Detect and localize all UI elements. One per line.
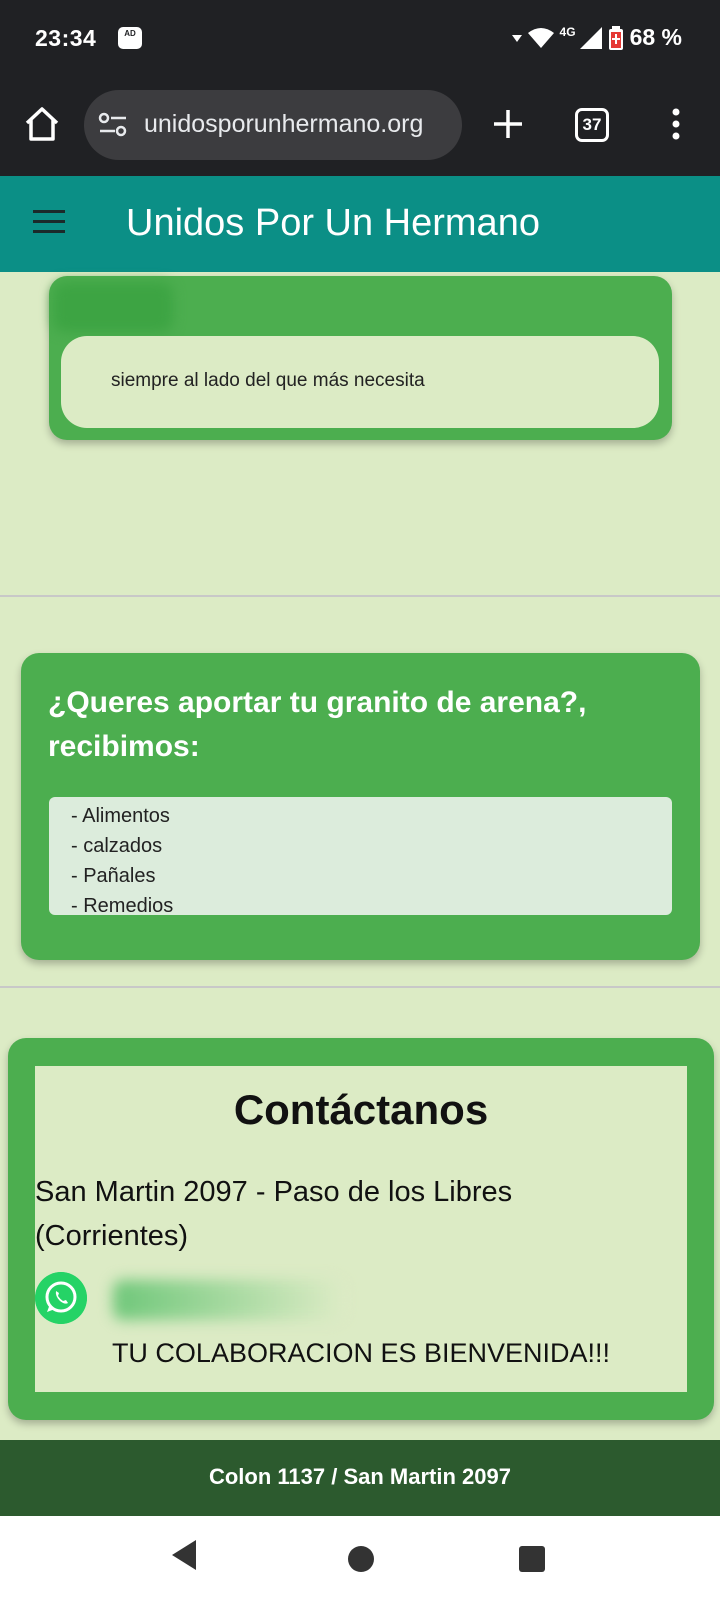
contact-title: Contáctanos — [233, 1086, 489, 1133]
system-nav-bar — [0, 1516, 720, 1600]
welcome-text: TU COLABORACION ES BIENVENIDA!!! — [111, 1338, 611, 1368]
slogan-text: siempre al lado del que más necesita — [111, 370, 425, 391]
url-text[interactable]: unidosporunhermano.org — [144, 110, 423, 139]
donations-list: - Alimentos - calzados - Pañales - Remed… — [49, 797, 672, 917]
section-divider — [0, 986, 720, 988]
contact-address: San Martin 2097 - Paso de los Libres (Co… — [35, 1176, 513, 1252]
blurred-logo — [53, 282, 173, 332]
slogan-box: siempre al lado del que más necesita — [61, 336, 659, 428]
status-time: 23:34 — [35, 25, 97, 51]
site-settings-icon[interactable] — [98, 112, 128, 138]
plus-icon[interactable] — [488, 104, 528, 144]
contact-card: Contáctanos San Martin 2097 - Paso de lo… — [8, 1038, 714, 1420]
adblock-icon: AD — [118, 27, 142, 49]
site-footer: Colon 1137 / San Martin 2097 — [0, 1440, 720, 1516]
network-type: 4G — [559, 24, 576, 39]
whatsapp-icon[interactable] — [35, 1272, 87, 1324]
hamburger-menu-icon[interactable] — [33, 210, 65, 236]
contact-panel: Contáctanos San Martin 2097 - Paso de lo… — [35, 1066, 687, 1392]
wifi-icon — [527, 27, 554, 48]
list-item: - Remedios — [71, 895, 174, 917]
donations-title: ¿Queres aportar tu granito de arena?, re… — [48, 686, 587, 763]
donations-card: ¿Queres aportar tu granito de arena?, re… — [21, 653, 700, 960]
status-bar: 23:34 AD 4G 68 % — [0, 0, 720, 80]
back-icon[interactable] — [172, 1540, 196, 1570]
hero-card: siempre al lado del que más necesita — [49, 276, 672, 440]
section-divider — [0, 595, 720, 597]
list-item: - Pañales — [71, 865, 156, 887]
list-item: - Alimentos — [71, 805, 170, 827]
recents-icon[interactable] — [519, 1546, 545, 1572]
home-icon[interactable] — [22, 104, 62, 144]
more-vert-icon[interactable] — [664, 104, 688, 144]
footer-address: Colon 1137 / San Martin 2097 — [208, 1464, 511, 1489]
site-title[interactable]: Unidos Por Un Hermano — [126, 202, 540, 245]
site-header: Unidos Por Un Hermano — [0, 176, 720, 272]
blurred-phone-number[interactable] — [113, 1280, 343, 1320]
page-content: siempre al lado del que más necesita ¿Qu… — [0, 272, 720, 1440]
battery-icon — [608, 25, 623, 50]
tab-switcher-button[interactable]: 37 — [575, 108, 609, 142]
url-bar[interactable]: unidosporunhermano.org — [84, 90, 462, 160]
browser-toolbar: unidosporunhermano.org 37 — [0, 80, 720, 176]
status-indicators: 4G 68 % — [511, 24, 682, 51]
battery-level: 68 % — [629, 24, 682, 50]
home-circle-icon[interactable] — [348, 1546, 374, 1572]
list-item: - calzados — [71, 835, 163, 857]
location-icon — [511, 34, 522, 42]
signal-icon — [579, 26, 602, 49]
